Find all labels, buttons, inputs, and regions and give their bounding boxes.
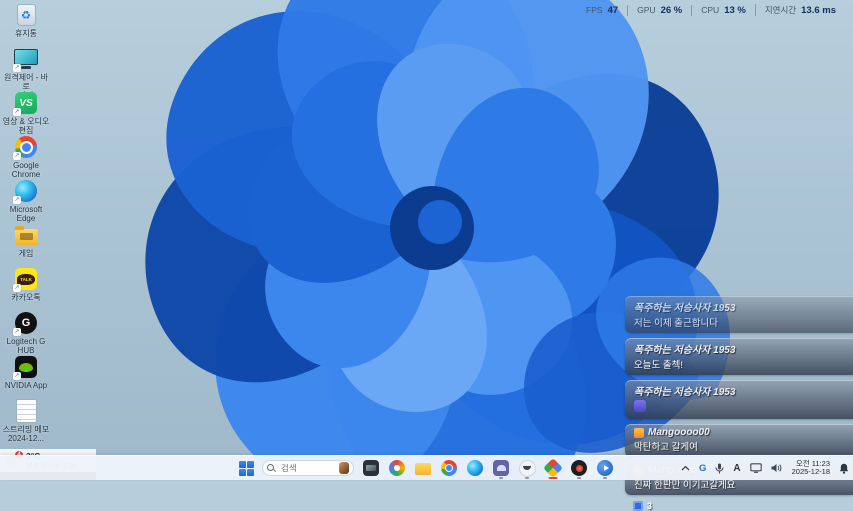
monitor-icon: ↗: [13, 46, 39, 72]
viewer-icon: [633, 501, 643, 511]
latency-label: 지연시간: [765, 4, 796, 16]
latency-value: 13.6 ms: [801, 5, 836, 16]
icon-label: 스트리밍 메모 2024-12...: [3, 425, 49, 443]
taskbar-app-file-explorer[interactable]: [414, 459, 432, 477]
desktop-icon-kakaotalk[interactable]: TALK↗ 카카오톡: [2, 266, 50, 302]
notepad-file-icon: [13, 398, 39, 424]
fps-value: 47: [608, 5, 619, 16]
taskbar-app-edge[interactable]: [466, 459, 484, 477]
desktop-icon-logitech-ghub[interactable]: G↗ Logitech G HUB: [2, 310, 50, 355]
cpu-label: CPU: [701, 5, 719, 15]
chat-username: 폭주하는 저승사자 1953: [634, 299, 735, 314]
desktop-icon-recycle-bin[interactable]: ♻ 휴지통: [2, 2, 50, 38]
taskbar-app-laptop[interactable]: [362, 459, 380, 477]
clock-date: 2025-12-18: [792, 468, 830, 477]
chat-message: Mangoooo00 막탄하고 갈게여: [625, 424, 853, 457]
icon-label: Microsoft Edge: [10, 205, 42, 223]
microphone-icon[interactable]: [715, 463, 724, 474]
taskbar: G A 오전 11:23 2025-12-18: [0, 455, 853, 480]
start-button[interactable]: [239, 461, 254, 476]
subscriber-badge-icon: [634, 428, 644, 438]
chat-username: 폭주하는 저승사자 1953: [634, 383, 735, 398]
desktop-icon-chrome[interactable]: ↗ Google Chrome: [2, 134, 50, 179]
icon-label: 영상 & 오디오 편집: [3, 117, 50, 135]
gpu-value: 26 %: [661, 5, 683, 16]
ime-indicator[interactable]: A: [733, 463, 740, 474]
search-box[interactable]: [262, 460, 354, 476]
icon-label: Logitech G HUB: [7, 337, 46, 355]
search-icon: [267, 464, 275, 472]
chat-username: Mangoooo00: [648, 427, 710, 438]
taskbar-app-chrome[interactable]: [440, 459, 458, 477]
edge-icon: ↗: [13, 178, 39, 204]
icon-label: NVIDIA App: [5, 381, 47, 390]
notification-bell-icon[interactable]: [839, 463, 849, 474]
logitech-g-icon: G↗: [13, 310, 39, 336]
desktop-icon-game-folder[interactable]: 게임: [2, 222, 50, 258]
icon-label: 카카오톡: [11, 293, 40, 302]
search-input[interactable]: [279, 462, 335, 474]
desktop-icon-nvidia-app[interactable]: ↗ NVIDIA App: [2, 354, 50, 390]
icon-label: Google Chrome: [12, 161, 40, 179]
chat-message: 폭주하는 저승사자 1953 오늘도 출첵!: [625, 338, 853, 375]
display-cast-icon[interactable]: [750, 463, 762, 473]
taskbar-app-obs[interactable]: [570, 459, 588, 477]
folder-icon: [13, 222, 39, 248]
tray-app-g-icon[interactable]: G: [699, 463, 706, 474]
chat-message: 폭주하는 저승사자 1953: [625, 380, 853, 419]
clock[interactable]: 오전 11:23 2025-12-18: [792, 460, 830, 477]
kakaotalk-icon: TALK↗: [13, 266, 39, 292]
icon-label: 게임: [19, 249, 34, 258]
emote-icon: [634, 400, 646, 412]
desktop-icon-edge[interactable]: ↗ Microsoft Edge: [2, 178, 50, 223]
taskbar-app-messenger[interactable]: [518, 459, 536, 477]
taskbar-app-media-player[interactable]: [596, 459, 614, 477]
chat-text: 오늘도 출첵!: [634, 357, 844, 371]
gpu-label: GPU: [637, 5, 655, 15]
nvidia-icon: ↗: [13, 354, 39, 380]
taskbar-app-photos[interactable]: [388, 459, 406, 477]
chat-username: 폭주하는 저승사자 1953: [634, 341, 735, 356]
icon-label: 휴지통: [15, 29, 37, 38]
viewer-counter: 3: [625, 501, 853, 511]
taskbar-app-pinwheel[interactable]: [544, 459, 562, 477]
viewer-count: 3: [647, 501, 652, 511]
chevron-up-icon[interactable]: [681, 465, 690, 471]
fps-label: FPS: [586, 5, 603, 15]
performance-overlay: FPS 47 GPU 26 % CPU 13 % 지연시간 13.6 ms: [577, 4, 845, 16]
desktop-icon-text-file[interactable]: 스트리밍 메모 2024-12...: [2, 398, 50, 443]
chat-text: [634, 399, 844, 415]
desktop-icon-video-editor[interactable]: VS↗ 영상 & 오디오 편집: [2, 90, 50, 135]
cpu-value: 13 %: [724, 5, 746, 16]
recycle-bin-icon: ♻: [13, 2, 39, 28]
system-tray: G A 오전 11:23 2025-12-18: [681, 456, 849, 480]
chat-message: 폭주하는 저승사자 1953 저는 이제 출근합니다: [625, 296, 853, 333]
video-editor-icon: VS↗: [13, 90, 39, 116]
chrome-icon: ↗: [13, 134, 39, 160]
volume-icon[interactable]: [771, 463, 783, 473]
search-daily-image[interactable]: [339, 462, 349, 474]
chat-text: 막탄하고 갈게여: [634, 439, 844, 453]
taskbar-app-teams[interactable]: [492, 459, 510, 477]
chat-text: 저는 이제 출근합니다: [634, 315, 844, 329]
